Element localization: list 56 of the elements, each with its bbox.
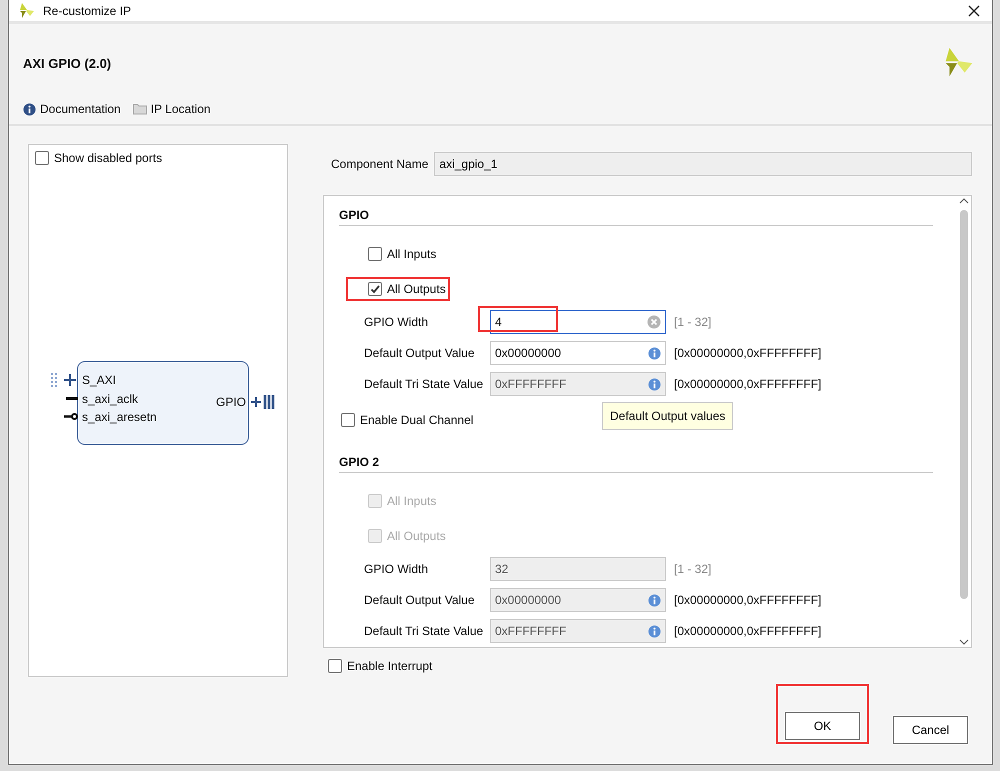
component-name-field[interactable]: axi_gpio_1 [434, 152, 972, 176]
checkbox-label: Show disabled ports [54, 151, 162, 165]
checkbox[interactable] [328, 659, 342, 673]
field-label: GPIO Width [364, 562, 430, 576]
dialog-button[interactable]: OK [785, 712, 860, 740]
info-icon [648, 346, 661, 360]
range-hint: [0x00000000,0xFFFFFFFF] [674, 377, 822, 392]
scroll-down-icon [959, 639, 969, 645]
checkbox-label: All Inputs [387, 246, 436, 261]
field-label: Default Output Value [364, 346, 476, 360]
logo-icon [17, 2, 35, 20]
input-field[interactable]: 4 [490, 310, 666, 334]
section-title: GPIO 2 [339, 454, 933, 473]
scrollbar[interactable] [957, 196, 971, 647]
checkbox-label: All Inputs [387, 494, 436, 508]
header-link[interactable]: IP Location [132, 102, 211, 116]
checkbox[interactable] [341, 413, 355, 428]
checkbox-label: All Outputs [387, 282, 446, 296]
field-label: GPIO Width [364, 314, 430, 329]
dialog-button[interactable]: Cancel [893, 716, 968, 744]
pin-icon [66, 397, 78, 400]
checkbox-label: Enable Dual Channel [360, 413, 474, 428]
field-label: Default Tri State Value [364, 624, 484, 638]
input-field[interactable]: 0x00000000 [490, 341, 666, 366]
section-title: GPIO [339, 208, 933, 226]
bus-port-icon [50, 372, 78, 388]
range-hint: [1 - 32] [674, 314, 712, 329]
field-label: Default Tri State Value [364, 377, 484, 392]
checkbox[interactable] [368, 282, 382, 296]
checkbox[interactable] [35, 151, 49, 165]
tooltip: Default Output values [602, 402, 734, 430]
field-label: Component Name [331, 157, 428, 171]
close-icon [968, 4, 980, 16]
range-hint: [0x00000000,0xFFFFFFFF] [674, 593, 822, 608]
checkmark-icon [370, 284, 380, 294]
port-label: s_axi_aresetn [82, 410, 157, 424]
folder-icon [132, 103, 147, 115]
range-hint: [0x00000000,0xFFFFFFFF] [674, 624, 822, 638]
inverted-pin-icon [64, 413, 78, 420]
field-label: Default Output Value [364, 593, 476, 608]
checkbox-label: Enable Interrupt [347, 659, 432, 673]
checkbox[interactable] [368, 246, 382, 261]
checkbox-label: All Outputs [387, 528, 446, 543]
scroll-up-icon [959, 198, 969, 204]
header-link[interactable]: Documentation [23, 102, 121, 116]
info-icon [648, 378, 661, 391]
port-label: S_AXI [82, 372, 116, 386]
info-icon [23, 102, 36, 116]
range-hint: [0x00000000,0xFFFFFFFF] [674, 346, 822, 360]
info-icon [648, 624, 661, 638]
port-label: GPIO [216, 394, 246, 408]
range-hint: [1 - 32] [674, 562, 712, 576]
info-icon [648, 594, 661, 607]
ip-title: AXI GPIO (2.0) [23, 56, 112, 71]
port-label: s_axi_aclk [82, 392, 138, 406]
window-title: Re-customize IP [43, 4, 132, 18]
